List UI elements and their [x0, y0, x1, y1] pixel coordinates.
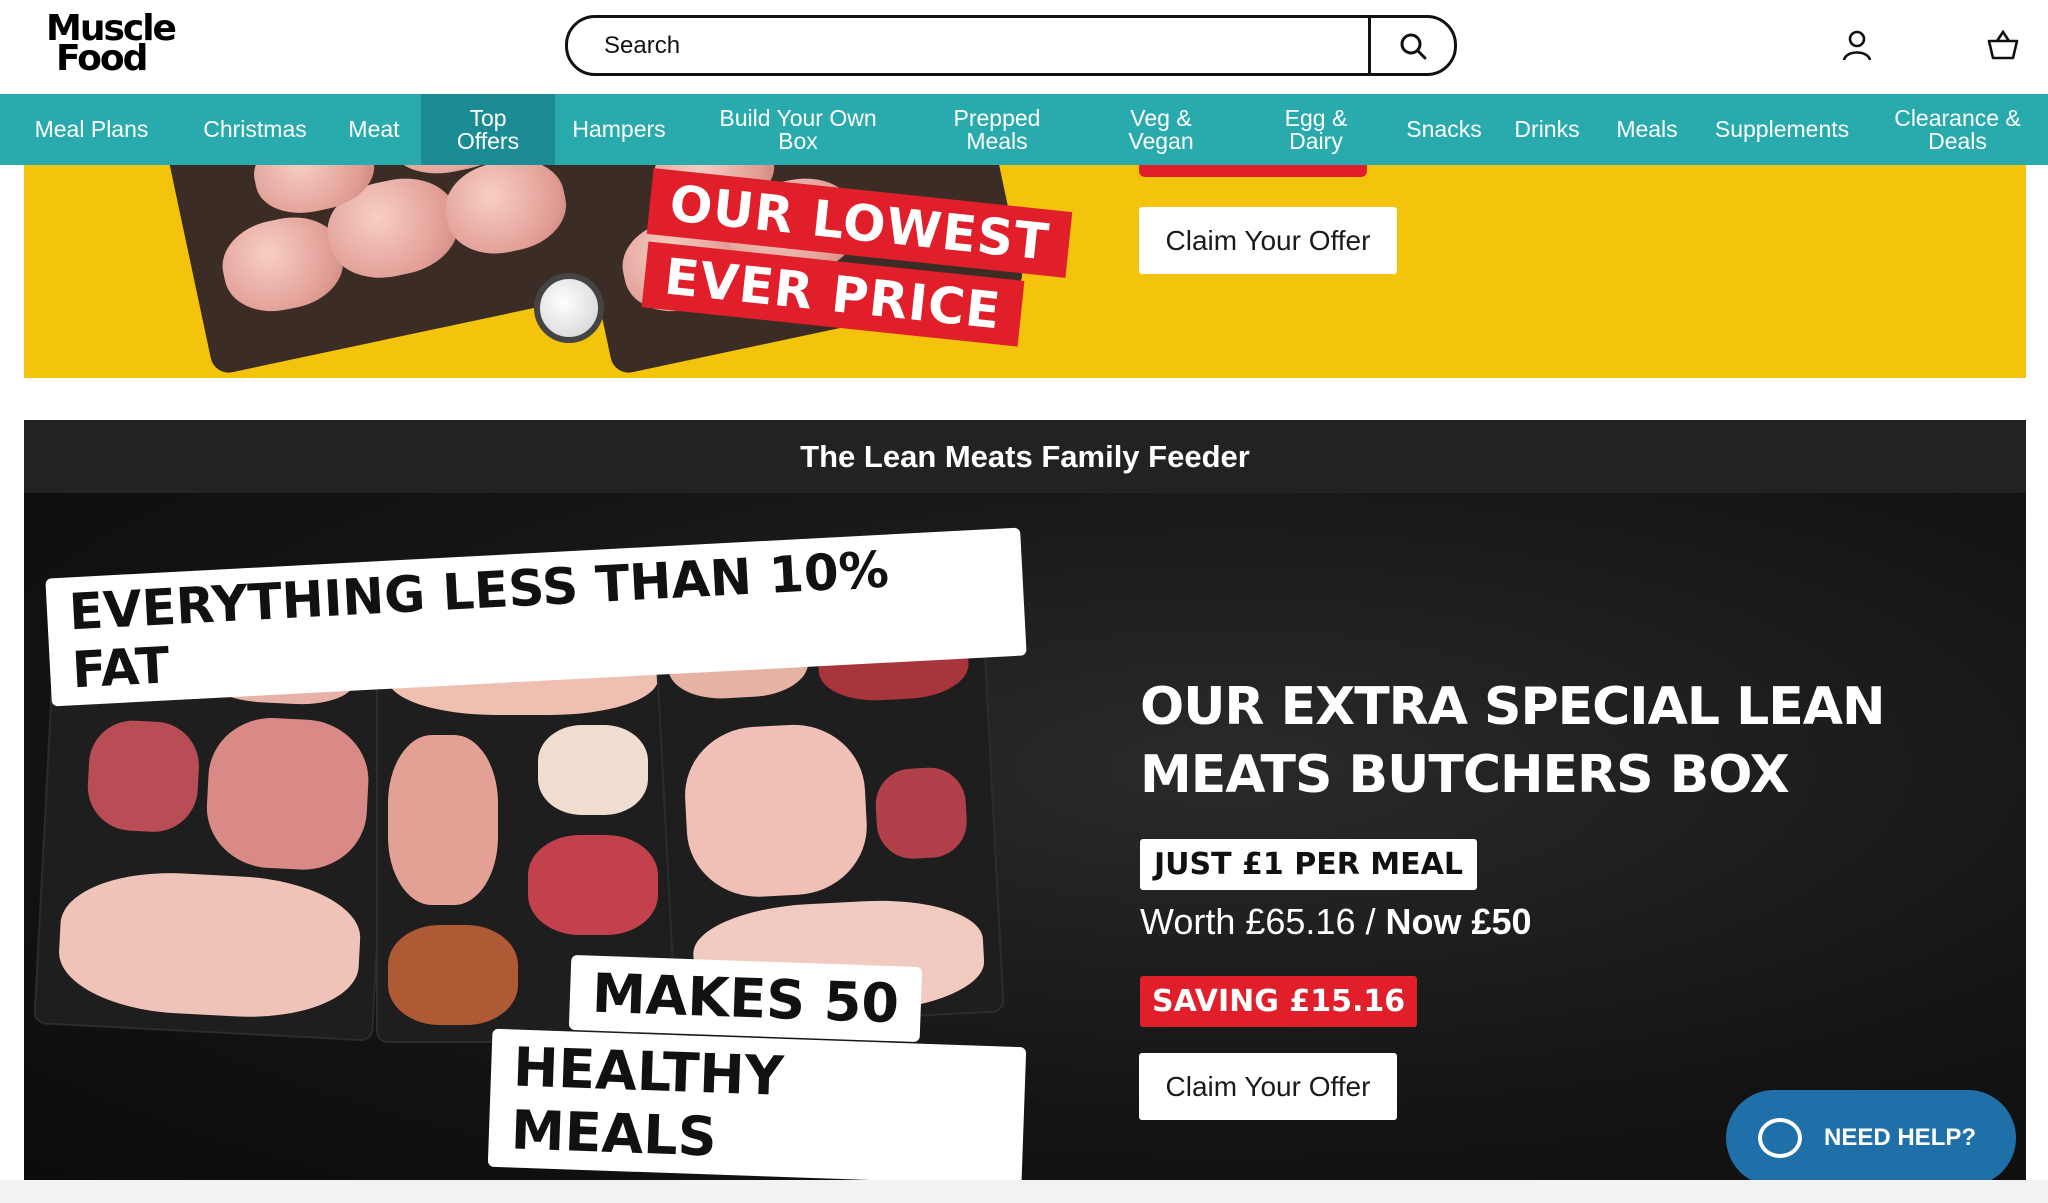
saving-badge: SAVING £15.16 — [1140, 976, 1418, 1027]
nav-item-meat[interactable]: Meat — [327, 94, 421, 165]
nav-item-top-offers[interactable]: Top Offers — [421, 94, 555, 165]
nav-item-build-your-own-box[interactable]: Build Your Own Box — [683, 94, 913, 165]
nav-item-snacks[interactable]: Snacks — [1391, 94, 1497, 165]
nav-item-supplements[interactable]: Supplements — [1697, 94, 1867, 165]
nav-item-meals[interactable]: Meals — [1597, 94, 1697, 165]
page-bottom-strip — [0, 1180, 2048, 1203]
main-nav: Meal Plans Christmas Meat Top Offers Ham… — [0, 94, 2048, 165]
promo-headline-line1: OUR EXTRA SPECIAL LEAN — [1140, 677, 1886, 737]
now-price: Now £50 — [1385, 901, 1532, 942]
search-input[interactable] — [568, 18, 1368, 73]
price-separator: / — [1355, 901, 1386, 942]
need-help-button[interactable]: NEED HELP? — [1726, 1090, 2016, 1186]
musclefood-logo[interactable]: Muscle Food — [46, 11, 196, 77]
chat-bubble-icon — [1758, 1118, 1802, 1158]
promo-banner-lean-meats: The Lean Meats Family Feeder EVERYTHING … — [24, 420, 2026, 1180]
price-badge-partial — [1139, 165, 1367, 177]
nav-item-prepped-meals[interactable]: Prepped Meals — [913, 94, 1081, 165]
promo-headline-line2: MEATS BUTCHERS BOX — [1140, 745, 1790, 805]
worth-price: Worth £65.16 — [1140, 901, 1356, 942]
search-icon — [1400, 33, 1426, 59]
search-button[interactable] — [1368, 18, 1454, 73]
promo-banner-lowest-price: OUR LOWEST EVER PRICE Claim Your Offer — [24, 165, 2026, 378]
need-help-label: NEED HELP? — [1824, 1124, 1977, 1151]
user-icon[interactable] — [1840, 28, 1874, 62]
chicken-tray-image — [162, 165, 626, 376]
nav-item-egg-dairy[interactable]: Egg & Dairy — [1241, 94, 1391, 165]
per-meal-badge: JUST £1 PER MEAL — [1140, 839, 1477, 890]
healthy-meals-tag: HEALTHY MEALS — [487, 1028, 1027, 1180]
basket-icon[interactable] — [1986, 28, 2020, 62]
nav-item-meal-plans[interactable]: Meal Plans — [0, 94, 183, 165]
price-line: Worth £65.16 / Now £50 — [1140, 901, 1532, 943]
site-header: Muscle Food — [0, 0, 2048, 94]
nav-item-drinks[interactable]: Drinks — [1497, 94, 1597, 165]
makes-50-tag: MAKES 50 — [568, 954, 923, 1043]
salt-bowl-image — [534, 273, 604, 343]
claim-offer-button-1[interactable]: Claim Your Offer — [1139, 207, 1397, 274]
nav-item-hampers[interactable]: Hampers — [555, 94, 683, 165]
promo-title: The Lean Meats Family Feeder — [24, 420, 2026, 493]
nav-item-christmas[interactable]: Christmas — [183, 94, 327, 165]
search-bar — [565, 15, 1457, 76]
promo-body: EVERYTHING LESS THAN 10% FAT MAKES 50 HE… — [24, 493, 2026, 1180]
promo-headline: OUR EXTRA SPECIAL LEAN MEATS BUTCHERS BO… — [1140, 673, 1900, 809]
nav-item-veg-vegan[interactable]: Veg & Vegan — [1081, 94, 1241, 165]
claim-offer-button-2[interactable]: Claim Your Offer — [1139, 1053, 1397, 1120]
lean-meats-box-image: EVERYTHING LESS THAN 10% FAT MAKES 50 HE… — [24, 493, 1027, 1180]
nav-item-clearance-deals[interactable]: Clearance & Deals — [1867, 94, 2048, 165]
